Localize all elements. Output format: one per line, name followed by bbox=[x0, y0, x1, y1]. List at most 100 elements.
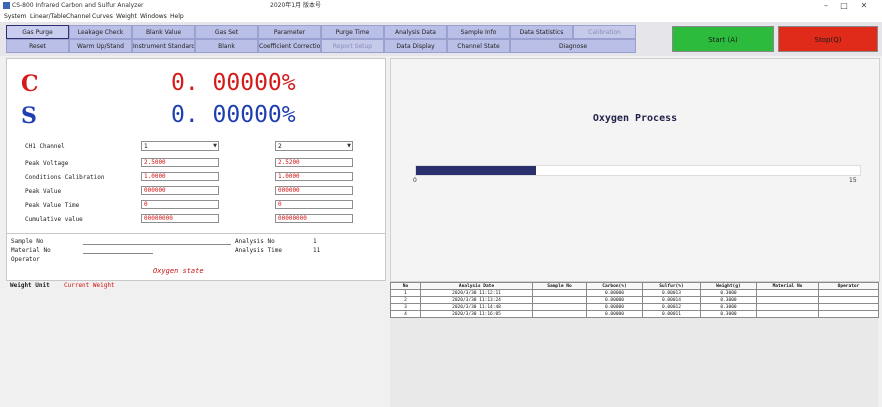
data-display-button[interactable]: Data Display bbox=[384, 39, 447, 53]
cell-material-no bbox=[756, 310, 819, 318]
sulfur-peak-time-field[interactable]: 0 bbox=[275, 200, 353, 209]
sulfur-channel-select[interactable]: 2 ▼ bbox=[275, 141, 353, 151]
cell-weight: 0.3000 bbox=[700, 296, 757, 304]
weight-unit-label: Weight Unit bbox=[10, 282, 50, 289]
carbon-channel-value: 1 bbox=[144, 143, 148, 150]
cell-date: 2020/3/30 11:16:05 bbox=[420, 310, 533, 318]
sulfur-peak-voltage-field[interactable]: 2.5200 bbox=[275, 158, 353, 167]
sample-no-field[interactable] bbox=[83, 244, 231, 245]
process-progress-fill bbox=[416, 166, 536, 175]
menu-curves[interactable]: Curves bbox=[92, 12, 113, 22]
sulfur-label: S bbox=[21, 103, 37, 129]
carbon-peak-voltage-field[interactable]: 2.5000 bbox=[141, 158, 219, 167]
table-row[interactable]: 4 2020/3/30 11:16:05 0.00000 0.00011 0.3… bbox=[390, 310, 879, 318]
col-header-analysis-date[interactable]: Analysis Date bbox=[420, 282, 533, 290]
conditions-calibration-label: Conditions Calibration bbox=[25, 174, 105, 181]
cell-sulfur: 0.00011 bbox=[642, 310, 701, 318]
col-header-no[interactable]: No bbox=[390, 282, 421, 290]
cell-sulfur: 0.00013 bbox=[642, 289, 701, 297]
sample-info-panel: Sample No Material No Operator Analysis … bbox=[6, 233, 386, 281]
table-row[interactable]: 3 2020/3/30 11:14:48 0.00000 0.00012 0.3… bbox=[390, 303, 879, 311]
col-header-operator[interactable]: Operator bbox=[818, 282, 879, 290]
menu-weight[interactable]: Weight bbox=[116, 12, 137, 22]
window-subtitle: 2020年1月 版本号 bbox=[270, 2, 321, 9]
sulfur-cumulative-field[interactable]: 00000000 bbox=[275, 214, 353, 223]
col-header-sample-no[interactable]: Sample No bbox=[532, 282, 587, 290]
process-progress-bar bbox=[415, 165, 861, 176]
carbon-cumulative-field[interactable]: 00000000 bbox=[141, 214, 219, 223]
warm-up-button[interactable]: Warm Up/Stand bbox=[69, 39, 132, 53]
start-button[interactable]: Start (A) bbox=[672, 26, 774, 52]
cell-no: 4 bbox=[390, 310, 421, 318]
carbon-calibration-field[interactable]: 1.0000 bbox=[141, 172, 219, 181]
instrument-standard-button[interactable]: Instrument Standard bbox=[132, 39, 195, 53]
col-header-carbon[interactable]: Carbon(%) bbox=[586, 282, 643, 290]
cell-operator bbox=[818, 289, 879, 297]
cell-sample-no bbox=[532, 310, 587, 318]
close-button[interactable]: ✕ bbox=[856, 0, 872, 12]
purge-time-button[interactable]: Purge Time bbox=[321, 25, 384, 39]
coefficient-correction-button[interactable]: Coefficient Correction bbox=[258, 39, 321, 53]
carbon-channel-select[interactable]: 1 ▼ bbox=[141, 141, 219, 151]
operator-label: Operator bbox=[11, 256, 40, 263]
blank-value-button[interactable]: Blank Value bbox=[132, 25, 195, 39]
menu-windows[interactable]: Windows bbox=[140, 12, 167, 22]
process-panel: Oxygen Process 0 15 bbox=[390, 58, 880, 282]
app-icon bbox=[3, 2, 10, 9]
cell-carbon: 0.00000 bbox=[586, 289, 643, 297]
calibration-button[interactable]: Calibration bbox=[573, 25, 636, 39]
material-no-field[interactable] bbox=[83, 253, 153, 254]
window-title: CS-800 Infrared Carbon and Sulfur Analyz… bbox=[12, 2, 144, 9]
cell-sample-no bbox=[532, 289, 587, 297]
cell-carbon: 0.00000 bbox=[586, 310, 643, 318]
cell-operator bbox=[818, 296, 879, 304]
cell-date: 2020/3/30 11:12:11 bbox=[420, 289, 533, 297]
col-header-sulfur[interactable]: Sulfur(%) bbox=[642, 282, 701, 290]
channel-label: CH1 Channel bbox=[25, 143, 65, 150]
blank-button[interactable]: Blank bbox=[195, 39, 258, 53]
leakage-check-button[interactable]: Leakage Check bbox=[69, 25, 132, 39]
cell-material-no bbox=[756, 289, 819, 297]
cell-weight: 0.3000 bbox=[700, 303, 757, 311]
sulfur-value: 0. 00000% bbox=[171, 102, 296, 128]
peak-value-label: Peak Value bbox=[25, 188, 62, 195]
progress-start-label: 0 bbox=[413, 177, 417, 184]
sulfur-peak-value-field[interactable]: 000000 bbox=[275, 186, 353, 195]
reset-button[interactable]: Reset bbox=[6, 39, 69, 53]
col-header-weight[interactable]: Weight(g) bbox=[700, 282, 757, 290]
carbon-peak-time-field[interactable]: 0 bbox=[141, 200, 219, 209]
results-table-area: No Analysis Date Sample No Carbon(%) Sul… bbox=[390, 282, 879, 407]
table-row[interactable]: 2 2020/3/30 11:13:24 0.00000 0.00014 0.3… bbox=[390, 296, 879, 304]
menu-linear-table[interactable]: Linear/Table bbox=[30, 12, 66, 22]
oxygen-state-text: Oxygen state bbox=[153, 267, 204, 275]
carbon-label: C bbox=[21, 71, 39, 97]
carbon-value: 0. 00000% bbox=[171, 70, 296, 96]
carbon-peak-value-field[interactable]: 000000 bbox=[141, 186, 219, 195]
minimize-button[interactable]: – bbox=[818, 0, 834, 12]
data-statistics-button[interactable]: Data Statistics bbox=[510, 25, 573, 39]
menu-help[interactable]: Help bbox=[170, 12, 184, 22]
chevron-down-icon: ▼ bbox=[213, 143, 217, 149]
analysis-time-label: Analysis Time bbox=[235, 247, 282, 254]
analysis-time-value: 11 bbox=[313, 247, 321, 254]
diagnose-button[interactable]: Diagnose bbox=[510, 39, 636, 53]
menu-channel[interactable]: Channel bbox=[66, 12, 91, 22]
col-header-material-no[interactable]: Material No bbox=[756, 282, 819, 290]
results-panel: C 0. 00000% S 0. 00000% CH1 Channel 1 ▼ … bbox=[6, 58, 386, 234]
cell-material-no bbox=[756, 303, 819, 311]
process-title: Oxygen Process bbox=[592, 113, 678, 124]
parameter-button[interactable]: Parameter bbox=[258, 25, 321, 39]
channel-state-button[interactable]: Channel State bbox=[447, 39, 510, 53]
sample-info-button[interactable]: Sample Info bbox=[447, 25, 510, 39]
menu-system[interactable]: System bbox=[4, 12, 26, 22]
table-row[interactable]: 1 2020/3/30 11:12:11 0.00000 0.00013 0.3… bbox=[390, 289, 879, 297]
maximize-button[interactable]: □ bbox=[836, 0, 852, 12]
report-setup-button[interactable]: Report Setup bbox=[321, 39, 384, 53]
gas-purge-button[interactable]: Gas Purge bbox=[6, 25, 69, 39]
cell-sample-no bbox=[532, 296, 587, 304]
sulfur-calibration-field[interactable]: 1.0000 bbox=[275, 172, 353, 181]
material-no-label: Material No bbox=[11, 247, 51, 254]
analysis-data-button[interactable]: Analysis Data bbox=[384, 25, 447, 39]
stop-button[interactable]: Stop(Q) bbox=[778, 26, 878, 52]
gas-set-button[interactable]: Gas Set bbox=[195, 25, 258, 39]
